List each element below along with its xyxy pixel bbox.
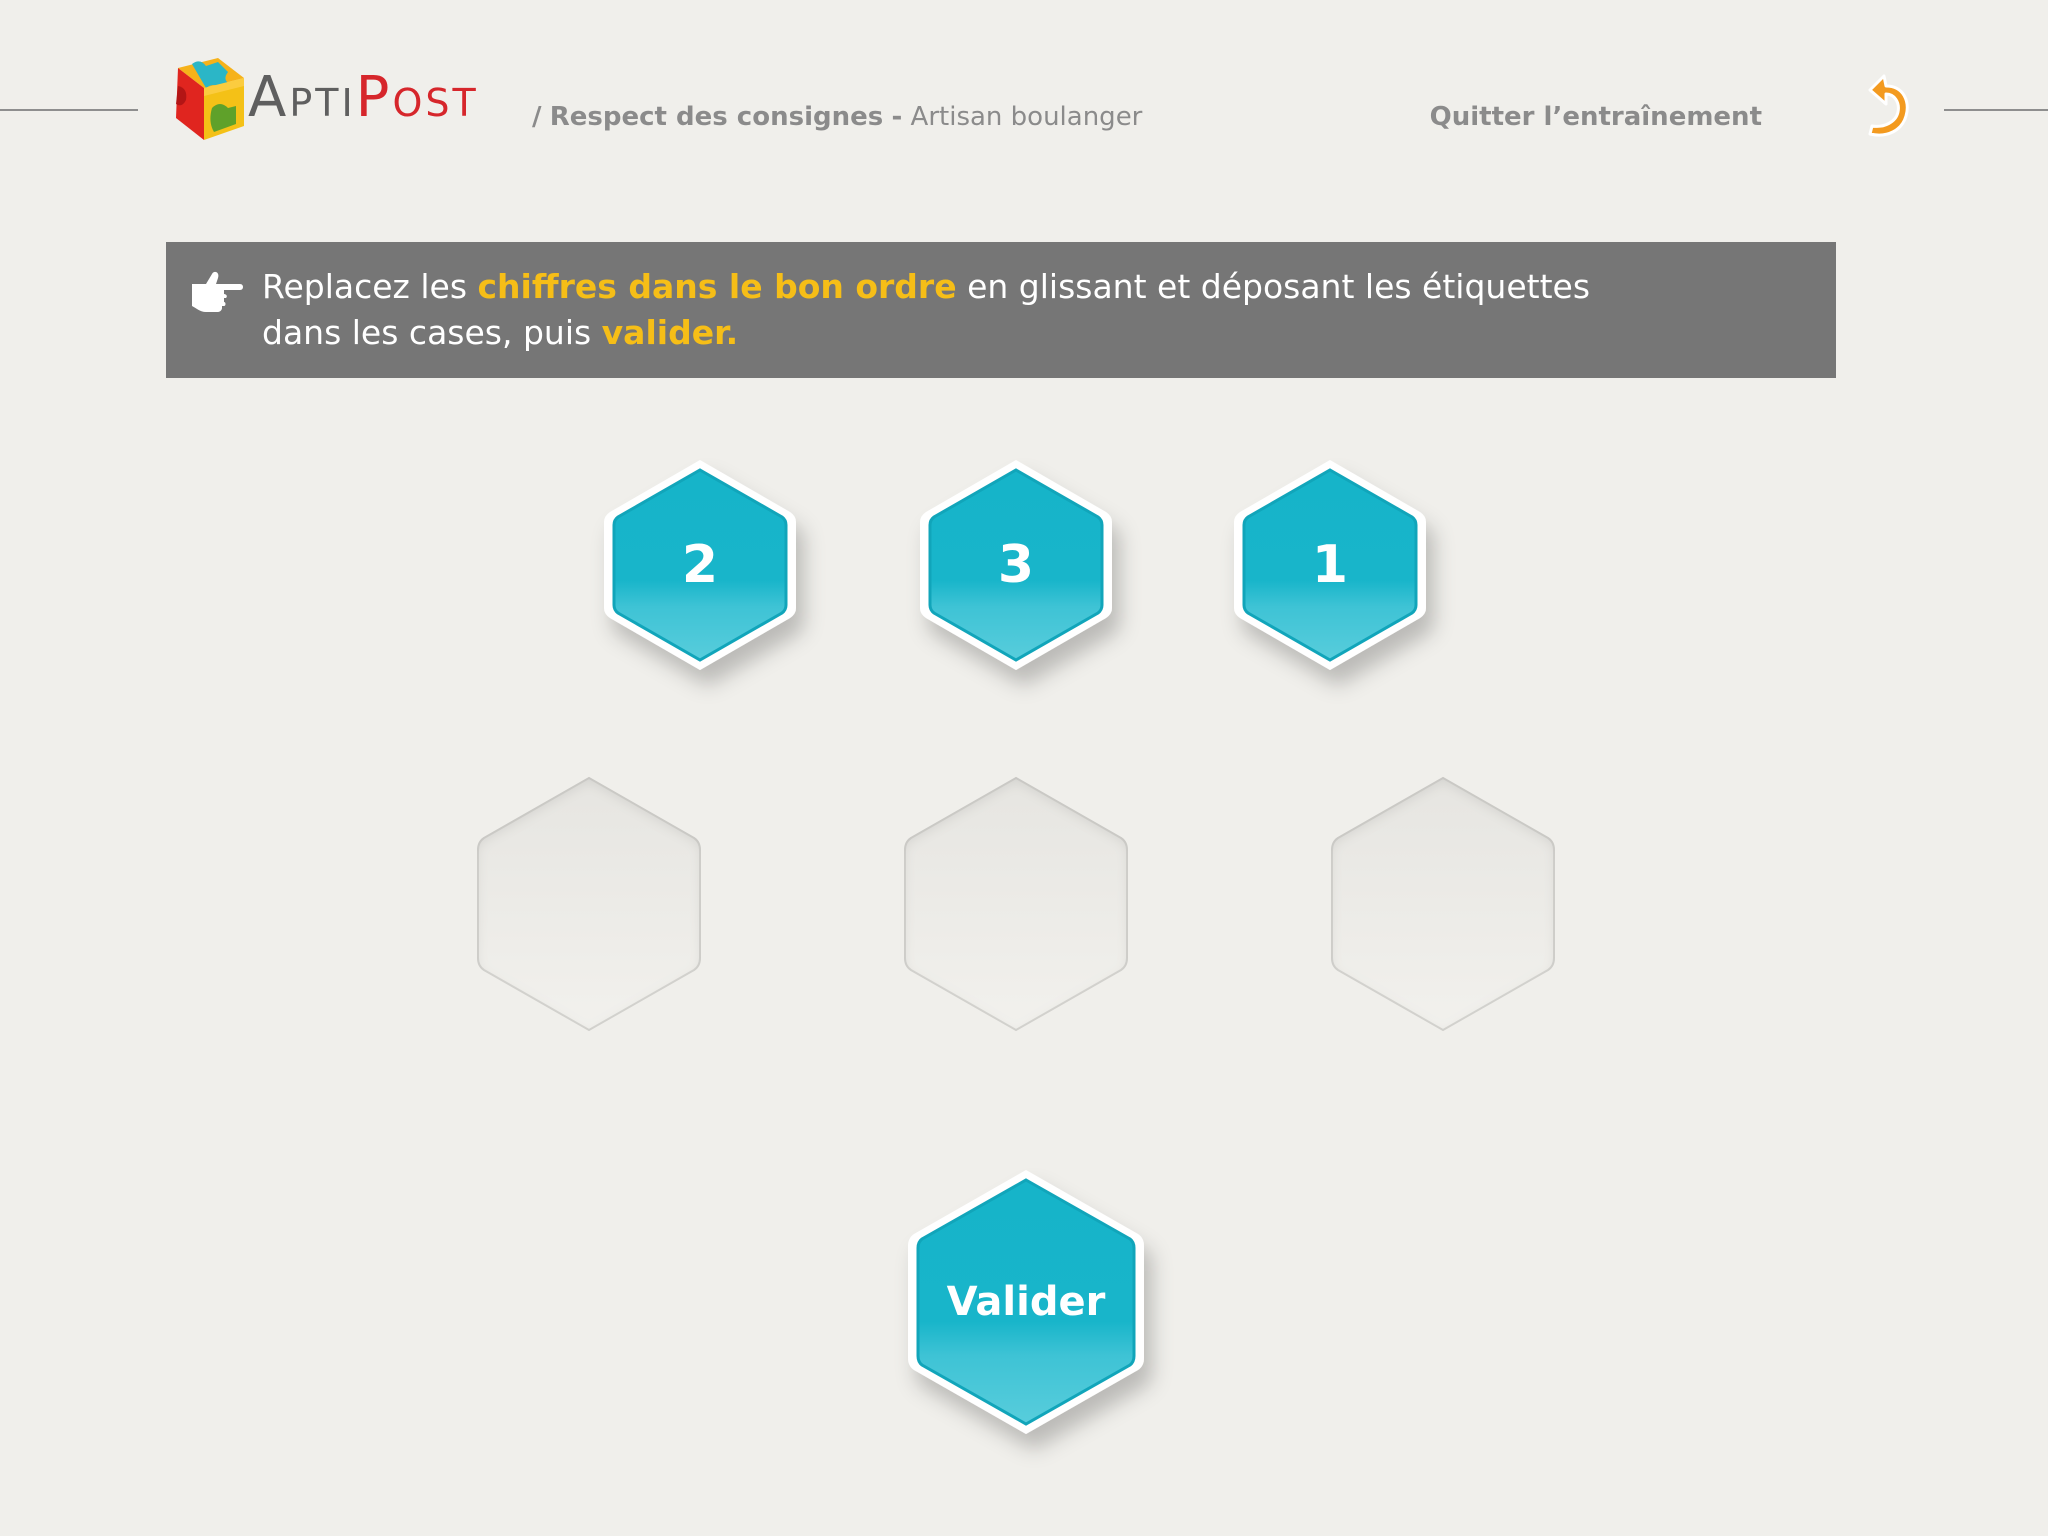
logo-apti-rest: PTI: [289, 81, 356, 125]
instruction-highlight-validate: valider.: [601, 313, 739, 352]
puzzle-cube-icon: [176, 58, 244, 140]
instruction-text-part-2: en glissant et déposant les étiquettes: [956, 267, 1591, 306]
hexagon-slot-shape: [477, 776, 701, 1032]
validate-button[interactable]: Valider: [904, 1166, 1148, 1438]
undo-arrow-icon[interactable]: [1856, 72, 1914, 144]
drop-slot[interactable]: [901, 774, 1131, 1034]
instruction-text: Replacez les chiffres dans le bon ordre …: [262, 264, 1662, 356]
logo-post-rest: OST: [392, 81, 479, 125]
breadcrumb-section: Respect des consignes: [549, 102, 884, 132]
instruction-text-part-3: dans les cases, puis: [262, 313, 602, 352]
breadcrumb: / Respect des consignes - Artisan boulan…: [532, 100, 1142, 134]
pointing-hand-icon: [192, 271, 243, 312]
instruction-text-part-1: Replacez les: [262, 267, 478, 306]
tile-label: 1: [1311, 535, 1349, 595]
header-divider-right: [1944, 109, 2048, 111]
logo-wordmark: APTIPOST: [248, 70, 479, 126]
aptipost-logo: APTIPOST: [164, 56, 504, 144]
instruction-highlight-order: chiffres dans le bon ordre: [477, 267, 957, 306]
hexagon-slot-shape: [904, 776, 1128, 1032]
breadcrumb-dash: -: [891, 102, 903, 132]
logo-post-initial: P: [355, 65, 393, 130]
training-page: APTIPOST / Respect des consignes - Artis…: [0, 0, 2048, 1536]
breadcrumb-job: Artisan boulanger: [910, 102, 1143, 132]
instruction-banner: Replacez les chiffres dans le bon ordre …: [166, 242, 1836, 378]
breadcrumb-separator: /: [532, 102, 542, 132]
draggable-tile[interactable]: 1: [1232, 456, 1428, 674]
header-divider-left: [0, 109, 138, 111]
drop-slot[interactable]: [1328, 774, 1558, 1034]
validate-label: Valider: [946, 1279, 1106, 1325]
quit-training-link[interactable]: Quitter l’entraînement: [1430, 100, 1762, 134]
logo-apti-initial: A: [248, 65, 290, 130]
tile-label: 3: [997, 535, 1035, 595]
tile-label: 2: [681, 535, 719, 595]
drop-slot[interactable]: [474, 774, 704, 1034]
hexagon-slot-shape: [1331, 776, 1555, 1032]
draggable-tile[interactable]: 2: [602, 456, 798, 674]
draggable-tile[interactable]: 3: [918, 456, 1114, 674]
